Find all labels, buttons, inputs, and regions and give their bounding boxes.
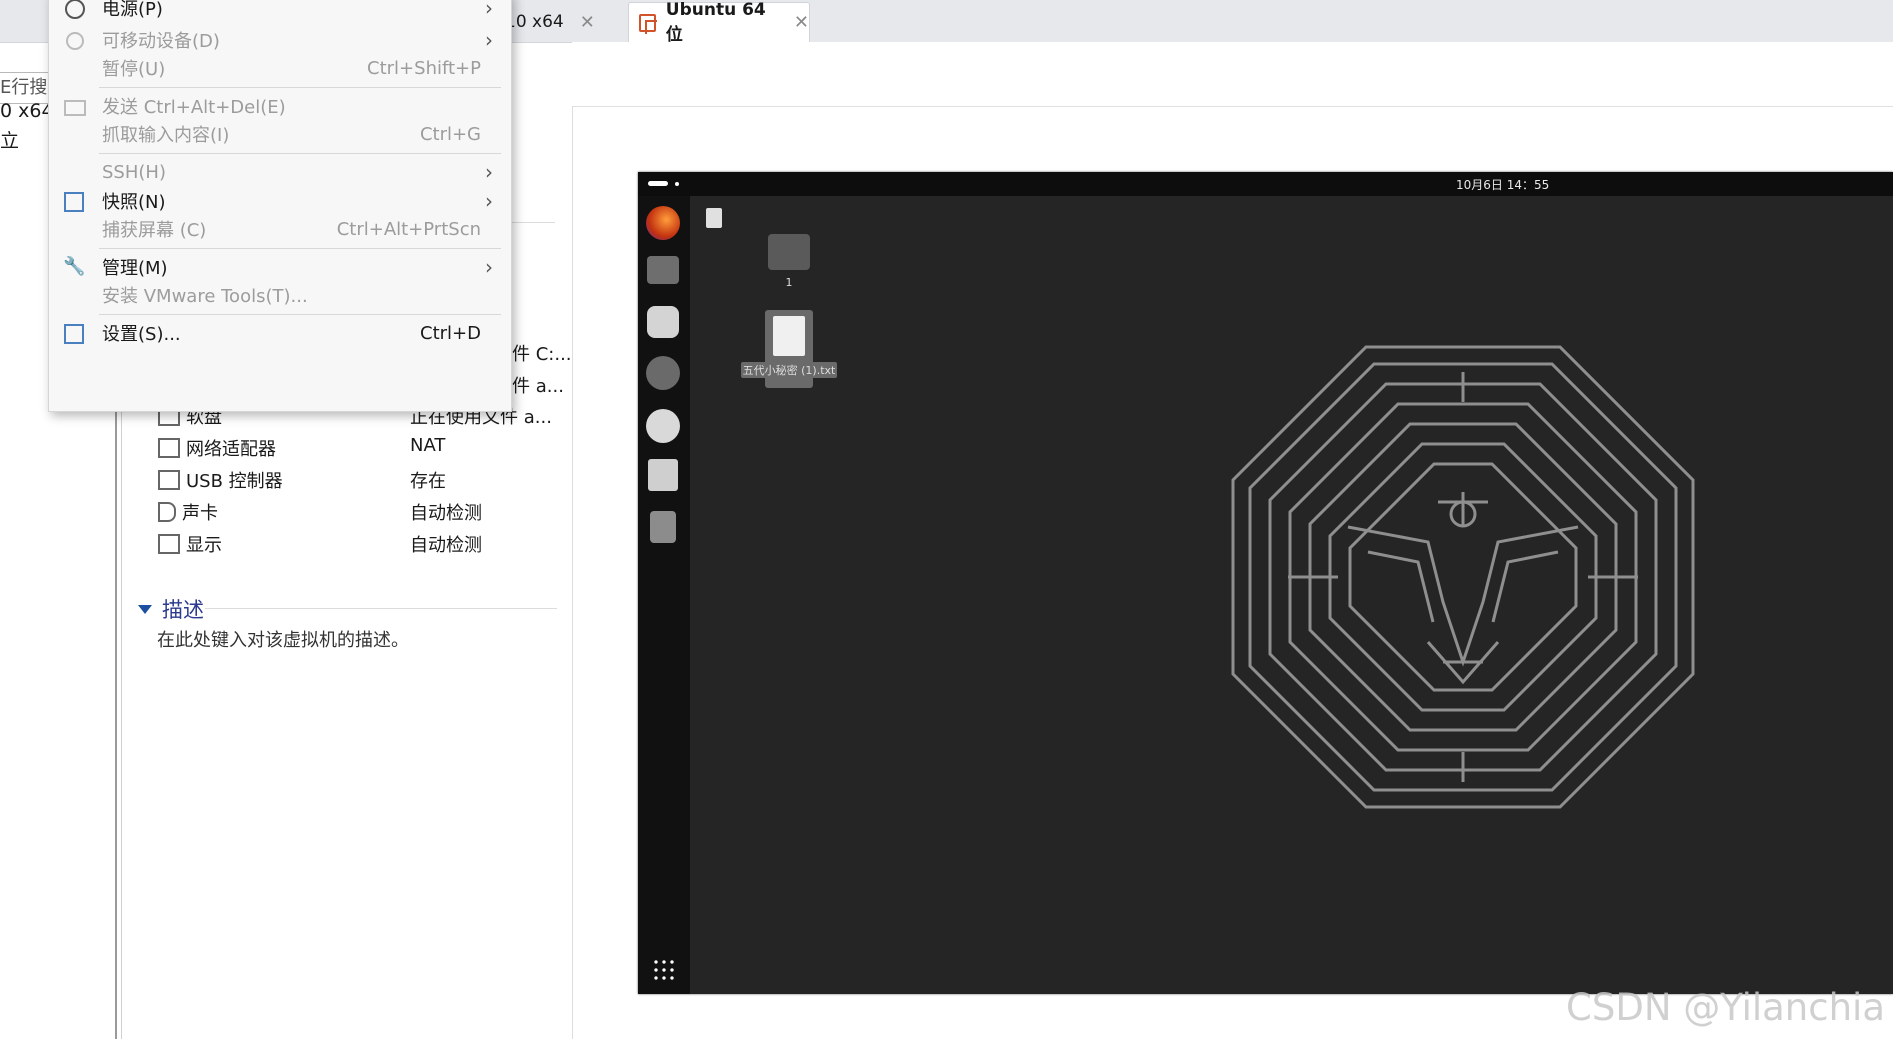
tab-ubuntu-label: Ubuntu 64 位 [665, 0, 766, 45]
menu-item-grab-input[interactable]: 抓取输入内容(I) Ctrl+G [49, 119, 511, 149]
device-value: 自动检测 [410, 535, 482, 556]
menu-item-removable-devices[interactable]: 可移动设备(D) › [49, 25, 511, 55]
description-section-header[interactable]: 描述 [138, 594, 204, 624]
section-divider [510, 222, 555, 223]
console-divider [572, 106, 573, 1039]
wallpaper-maze [1231, 345, 1695, 809]
device-row-display[interactable]: 显示 [158, 531, 222, 557]
menu-item-ssh[interactable]: SSH(H) › [49, 157, 511, 187]
chevron-right-icon: › [485, 255, 493, 279]
vm-context-menu: 电源(P) › 可移动设备(D) › 暂停(U) Ctrl+Shift+P 发送… [48, 0, 512, 412]
menu-separator [99, 248, 501, 249]
wrench-icon: 🔧 [63, 256, 86, 277]
console-toolbar [572, 42, 1893, 107]
settings-icon [64, 324, 84, 344]
speaker-icon [158, 502, 176, 522]
vm-icon [639, 13, 657, 34]
close-icon[interactable]: ✕ [794, 12, 809, 33]
app-grid-icon[interactable] [652, 958, 676, 982]
chevron-right-icon: › [485, 0, 493, 20]
description-placeholder[interactable]: 在此处键入对该虚拟机的描述。 [157, 626, 409, 652]
firefox-icon[interactable] [646, 206, 680, 240]
tab-windows-vm[interactable]: 10 x64 ✕ [505, 2, 621, 42]
activities-indicator[interactable] [648, 181, 668, 186]
folder-label: 1 [785, 276, 793, 289]
device-value: 自动检测 [410, 503, 482, 524]
menu-item-install-vmware-tools[interactable]: 安装 VMware Tools(T)... [49, 280, 511, 310]
menu-separator [99, 314, 501, 315]
collapse-triangle-icon[interactable] [138, 604, 152, 614]
snapshot-icon [64, 192, 84, 212]
monitor-icon [158, 534, 180, 554]
vm-screen[interactable]: 10月6日 14：55 1 五代小秘密 (1).txt [638, 172, 1893, 994]
menu-item-manage[interactable]: 🔧 管理(M) › [49, 252, 511, 282]
text-file-icon [773, 316, 805, 356]
network-adapter-icon [158, 438, 180, 458]
chevron-right-icon: › [485, 160, 493, 184]
device-value-partial: 件 C:... [512, 344, 572, 365]
clock[interactable]: 10月6日 14：55 [1456, 176, 1549, 193]
trash-icon[interactable] [650, 511, 676, 543]
workspace-dot [675, 182, 679, 186]
library-item-ubuntu[interactable]: 立 [0, 126, 19, 153]
chevron-right-icon: › [485, 189, 493, 213]
help-icon[interactable] [646, 356, 680, 390]
dock [638, 196, 690, 994]
usb-icon [158, 470, 180, 490]
device-value: NAT [410, 435, 446, 456]
menu-item-settings[interactable]: 设置(S)... Ctrl+D [49, 318, 511, 348]
close-icon[interactable]: ✕ [580, 12, 595, 33]
text-file-label: 五代小秘密 (1).txt [741, 362, 837, 378]
menu-item-power[interactable]: 电源(P) › [49, 0, 511, 23]
device-value: 存在 [410, 471, 446, 492]
library-item-windows[interactable]: 0 x64 [0, 100, 54, 122]
menu-item-pause[interactable]: 暂停(U) Ctrl+Shift+P [49, 53, 511, 83]
device-row-network[interactable]: 网络适配器 [158, 435, 276, 461]
menu-separator [99, 87, 501, 88]
files-icon[interactable] [647, 256, 679, 284]
chevron-right-icon: › [485, 28, 493, 52]
tab-ubuntu-vm[interactable]: Ubuntu 64 位 ✕ [628, 0, 810, 45]
removable-devices-icon [66, 32, 84, 50]
desktop-file-icon[interactable] [706, 208, 722, 228]
device-row-usb[interactable]: USB 控制器 [158, 467, 283, 493]
menu-item-send-ctrl-alt-del[interactable]: 发送 Ctrl+Alt+Del(E) [49, 91, 511, 121]
watermark: CSDN @Yilanchia [1566, 986, 1885, 1029]
menu-item-snapshot[interactable]: 快照(N) › [49, 186, 511, 216]
gnome-top-bar: 10月6日 14：55 [638, 172, 1893, 196]
power-icon [65, 0, 85, 19]
keyboard-icon [64, 100, 86, 116]
device-row-sound[interactable]: 声卡 [158, 499, 218, 525]
section-divider [205, 608, 557, 609]
software-store-icon[interactable] [647, 306, 679, 338]
disc-icon[interactable] [646, 409, 680, 443]
folder-icon[interactable] [768, 234, 810, 270]
device-value-partial: 件 a... [512, 376, 564, 397]
menu-item-capture-screen[interactable]: 捕获屏幕 (C) Ctrl+Alt+PrtScn [49, 214, 511, 244]
drive-icon[interactable] [648, 459, 678, 491]
menu-separator [99, 153, 501, 154]
tab-windows-label: 10 x64 [505, 12, 564, 32]
